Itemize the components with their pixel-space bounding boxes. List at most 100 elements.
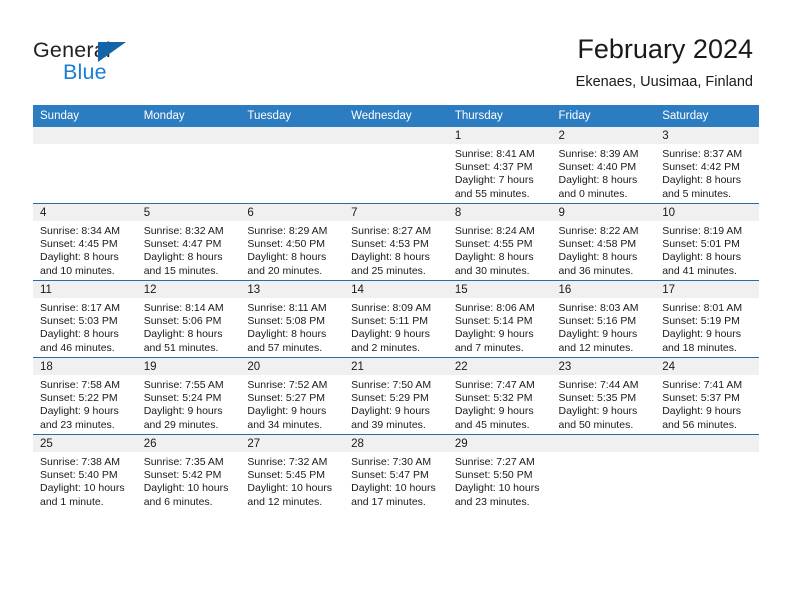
sunrise-text: Sunrise: 7:38 AM — [40, 456, 120, 468]
sunset-text: Sunset: 4:58 PM — [558, 238, 637, 251]
calendar-day-cell[interactable]: 17 Sunrise: 8:01 AM Sunset: 5:19 PM Dayligh… — [655, 280, 759, 358]
daylight-text-line1: Daylight: 9 hours — [247, 405, 327, 418]
day-details: Sunrise: 8:27 AM Sunset: 4:53 PM Daylight:… — [344, 221, 448, 278]
sunset-text: Sunset: 5:01 PM — [662, 238, 740, 251]
day-details: Sunrise: 8:19 AM Sunset: 5:01 PM Daylight:… — [655, 221, 759, 278]
calendar-day-cell[interactable]: 29 Sunrise: 7:27 AM Sunset: 5:50 PM Dayligh… — [447, 434, 552, 511]
calendar-day-cell[interactable]: 13 Sunrise: 8:11 AM Sunset: 5:08 PM Dayligh… — [240, 280, 345, 358]
daylight-text-line2: and 20 minutes. — [247, 264, 323, 277]
day-number: 15 — [447, 281, 552, 298]
daylight-text-line1: Daylight: 9 hours — [558, 328, 638, 341]
daylight-text-line2: and 30 minutes. — [454, 264, 530, 277]
day-number: 11 — [33, 281, 137, 298]
calendar-day-cell[interactable]: 25 Sunrise: 7:38 AM Sunset: 5:40 PM Dayligh… — [33, 434, 137, 511]
day-number — [240, 127, 345, 144]
daylight-text-line2: and 55 minutes. — [454, 187, 530, 200]
calendar-day-cell[interactable]: 11 Sunrise: 8:17 AM Sunset: 5:03 PM Dayligh… — [33, 280, 137, 358]
calendar-cell-empty — [344, 127, 448, 204]
sunrise-text: Sunrise: 8:17 AM — [40, 302, 120, 314]
sunset-text: Sunset: 4:45 PM — [40, 238, 118, 251]
sunrise-text: Sunrise: 8:03 AM — [558, 302, 639, 314]
calendar-day-cell[interactable]: 19 Sunrise: 7:55 AM Sunset: 5:24 PM Dayligh… — [136, 357, 241, 435]
calendar-day-cell[interactable]: 3 Sunrise: 8:37 AM Sunset: 4:42 PM Daylight… — [655, 127, 759, 204]
sunrise-text: Sunrise: 8:39 AM — [558, 148, 639, 160]
calendar-day-cell[interactable]: 2 Sunrise: 8:39 AM Sunset: 4:40 PM Daylight… — [551, 127, 656, 204]
daylight-text-line1: Daylight: 8 hours — [351, 251, 430, 264]
sunset-text: Sunset: 5:24 PM — [143, 392, 222, 405]
calendar-day-cell[interactable]: 21 Sunrise: 7:50 AM Sunset: 5:29 PM Dayligh… — [344, 357, 448, 435]
day-number: 13 — [240, 281, 345, 298]
daylight-text-line2: and 39 minutes. — [351, 418, 426, 431]
calendar-day-cell[interactable]: 23 Sunrise: 7:44 AM Sunset: 5:35 PM Dayligh… — [551, 357, 656, 435]
calendar-day-cell[interactable]: 4 Sunrise: 8:34 AM Sunset: 4:45 PM Daylight… — [33, 203, 137, 281]
day-number: 18 — [33, 358, 137, 375]
calendar-day-cell[interactable]: 7 Sunrise: 8:27 AM Sunset: 4:53 PM Daylight… — [344, 203, 448, 281]
calendar-day-cell[interactable]: 18 Sunrise: 7:58 AM Sunset: 5:22 PM Dayligh… — [33, 357, 137, 435]
daylight-text-line1: Daylight: 8 hours — [247, 251, 327, 264]
calendar-day-cell[interactable]: 20 Sunrise: 7:52 AM Sunset: 5:27 PM Dayligh… — [240, 357, 345, 435]
sunset-text: Sunset: 5:47 PM — [351, 469, 429, 482]
day-cell-inner: 6 Sunrise: 8:29 AM Sunset: 4:50 PM Daylight… — [240, 204, 345, 280]
daylight-text-line1: Daylight: 9 hours — [454, 405, 534, 418]
sunrise-text: Sunrise: 7:47 AM — [454, 379, 535, 391]
day-details: Sunrise: 7:41 AM Sunset: 5:37 PM Daylight:… — [655, 375, 759, 432]
day-details: Sunrise: 8:14 AM Sunset: 5:06 PM Daylight:… — [137, 298, 241, 355]
day-cell-inner: 14 Sunrise: 8:09 AM Sunset: 5:11 PM Dayligh… — [344, 281, 448, 357]
calendar-day-cell[interactable]: 26 Sunrise: 7:35 AM Sunset: 5:42 PM Dayligh… — [136, 434, 241, 511]
day-number: 29 — [447, 435, 552, 452]
calendar-day-cell[interactable]: 15 Sunrise: 8:06 AM Sunset: 5:14 PM Dayligh… — [447, 280, 552, 358]
calendar-day-cell[interactable]: 22 Sunrise: 7:47 AM Sunset: 5:32 PM Dayligh… — [447, 357, 552, 435]
day-cell-inner — [655, 435, 759, 511]
sunrise-text: Sunrise: 8:24 AM — [454, 225, 535, 237]
day-cell-inner: 28 Sunrise: 7:30 AM Sunset: 5:47 PM Dayligh… — [344, 435, 448, 511]
day-cell-inner: 10 Sunrise: 8:19 AM Sunset: 5:01 PM Dayligh… — [655, 204, 759, 280]
day-cell-inner: 15 Sunrise: 8:06 AM Sunset: 5:14 PM Dayligh… — [447, 281, 552, 357]
calendar-day-cell[interactable]: 14 Sunrise: 8:09 AM Sunset: 5:11 PM Dayligh… — [344, 280, 448, 358]
day-details: Sunrise: 8:06 AM Sunset: 5:14 PM Daylight:… — [448, 298, 552, 355]
calendar-day-cell[interactable]: 6 Sunrise: 8:29 AM Sunset: 4:50 PM Daylight… — [240, 203, 345, 281]
daylight-text-line1: Daylight: 9 hours — [351, 405, 430, 418]
daylight-text-line1: Daylight: 9 hours — [351, 328, 430, 341]
sunset-text: Sunset: 4:47 PM — [143, 238, 222, 251]
calendar-day-cell[interactable]: 12 Sunrise: 8:14 AM Sunset: 5:06 PM Dayligh… — [136, 280, 241, 358]
calendar-week-row: 11 Sunrise: 8:17 AM Sunset: 5:03 PM Dayligh… — [33, 280, 759, 358]
sunset-text: Sunset: 5:45 PM — [247, 469, 326, 482]
logo-text-blue: Blue — [63, 60, 107, 84]
calendar-day-cell[interactable]: 28 Sunrise: 7:30 AM Sunset: 5:47 PM Dayligh… — [344, 434, 448, 511]
weekday-header-sunday: Sunday — [33, 105, 137, 127]
daylight-text-line1: Daylight: 10 hours — [351, 482, 436, 495]
day-cell-inner: 5 Sunrise: 8:32 AM Sunset: 4:47 PM Daylight… — [136, 204, 241, 280]
calendar-week-row: 18 Sunrise: 7:58 AM Sunset: 5:22 PM Dayligh… — [33, 357, 759, 435]
day-details: Sunrise: 8:09 AM Sunset: 5:11 PM Daylight:… — [344, 298, 448, 355]
day-details: Sunrise: 8:34 AM Sunset: 4:45 PM Daylight:… — [33, 221, 137, 278]
sunrise-text: Sunrise: 8:29 AM — [247, 225, 328, 237]
calendar-day-cell[interactable]: 8 Sunrise: 8:24 AM Sunset: 4:55 PM Daylight… — [447, 203, 552, 281]
day-number: 17 — [655, 281, 759, 298]
location-subtitle: Ekenaes, Uusimaa, Finland — [575, 74, 753, 90]
calendar-day-cell[interactable]: 9 Sunrise: 8:22 AM Sunset: 4:58 PM Daylight… — [551, 203, 656, 281]
calendar-grid: Sunday Monday Tuesday Wednesday Thursday… — [33, 105, 759, 511]
day-cell-inner: 3 Sunrise: 8:37 AM Sunset: 4:42 PM Daylight… — [655, 127, 759, 203]
daylight-text-line2: and 41 minutes. — [662, 264, 737, 277]
day-cell-inner: 25 Sunrise: 7:38 AM Sunset: 5:40 PM Dayligh… — [33, 435, 137, 511]
calendar-day-cell[interactable]: 5 Sunrise: 8:32 AM Sunset: 4:47 PM Daylight… — [136, 203, 241, 281]
day-number: 22 — [447, 358, 552, 375]
sunset-text: Sunset: 4:42 PM — [662, 161, 740, 174]
calendar-day-cell[interactable]: 27 Sunrise: 7:32 AM Sunset: 5:45 PM Dayligh… — [240, 434, 345, 511]
day-number: 7 — [344, 204, 448, 221]
calendar-day-cell[interactable]: 10 Sunrise: 8:19 AM Sunset: 5:01 PM Dayligh… — [655, 203, 759, 281]
calendar-day-cell[interactable]: 24 Sunrise: 7:41 AM Sunset: 5:37 PM Dayligh… — [655, 357, 759, 435]
sunrise-text: Sunrise: 8:06 AM — [454, 302, 535, 314]
triangle-icon — [98, 42, 126, 62]
day-number: 28 — [344, 435, 448, 452]
calendar-day-cell[interactable]: 1 Sunrise: 8:41 AM Sunset: 4:37 PM Daylight… — [447, 127, 552, 204]
sunset-text: Sunset: 5:37 PM — [662, 392, 740, 405]
calendar-day-cell[interactable]: 16 Sunrise: 8:03 AM Sunset: 5:16 PM Dayligh… — [551, 280, 656, 358]
day-details: Sunrise: 7:44 AM Sunset: 5:35 PM Daylight:… — [552, 375, 656, 432]
day-details: Sunrise: 7:55 AM Sunset: 5:24 PM Daylight:… — [137, 375, 241, 432]
calendar-cell-empty — [33, 127, 137, 204]
sunrise-text: Sunrise: 8:14 AM — [143, 302, 224, 314]
day-number: 20 — [240, 358, 345, 375]
day-number: 6 — [240, 204, 345, 221]
daylight-text-line1: Daylight: 9 hours — [40, 405, 119, 418]
